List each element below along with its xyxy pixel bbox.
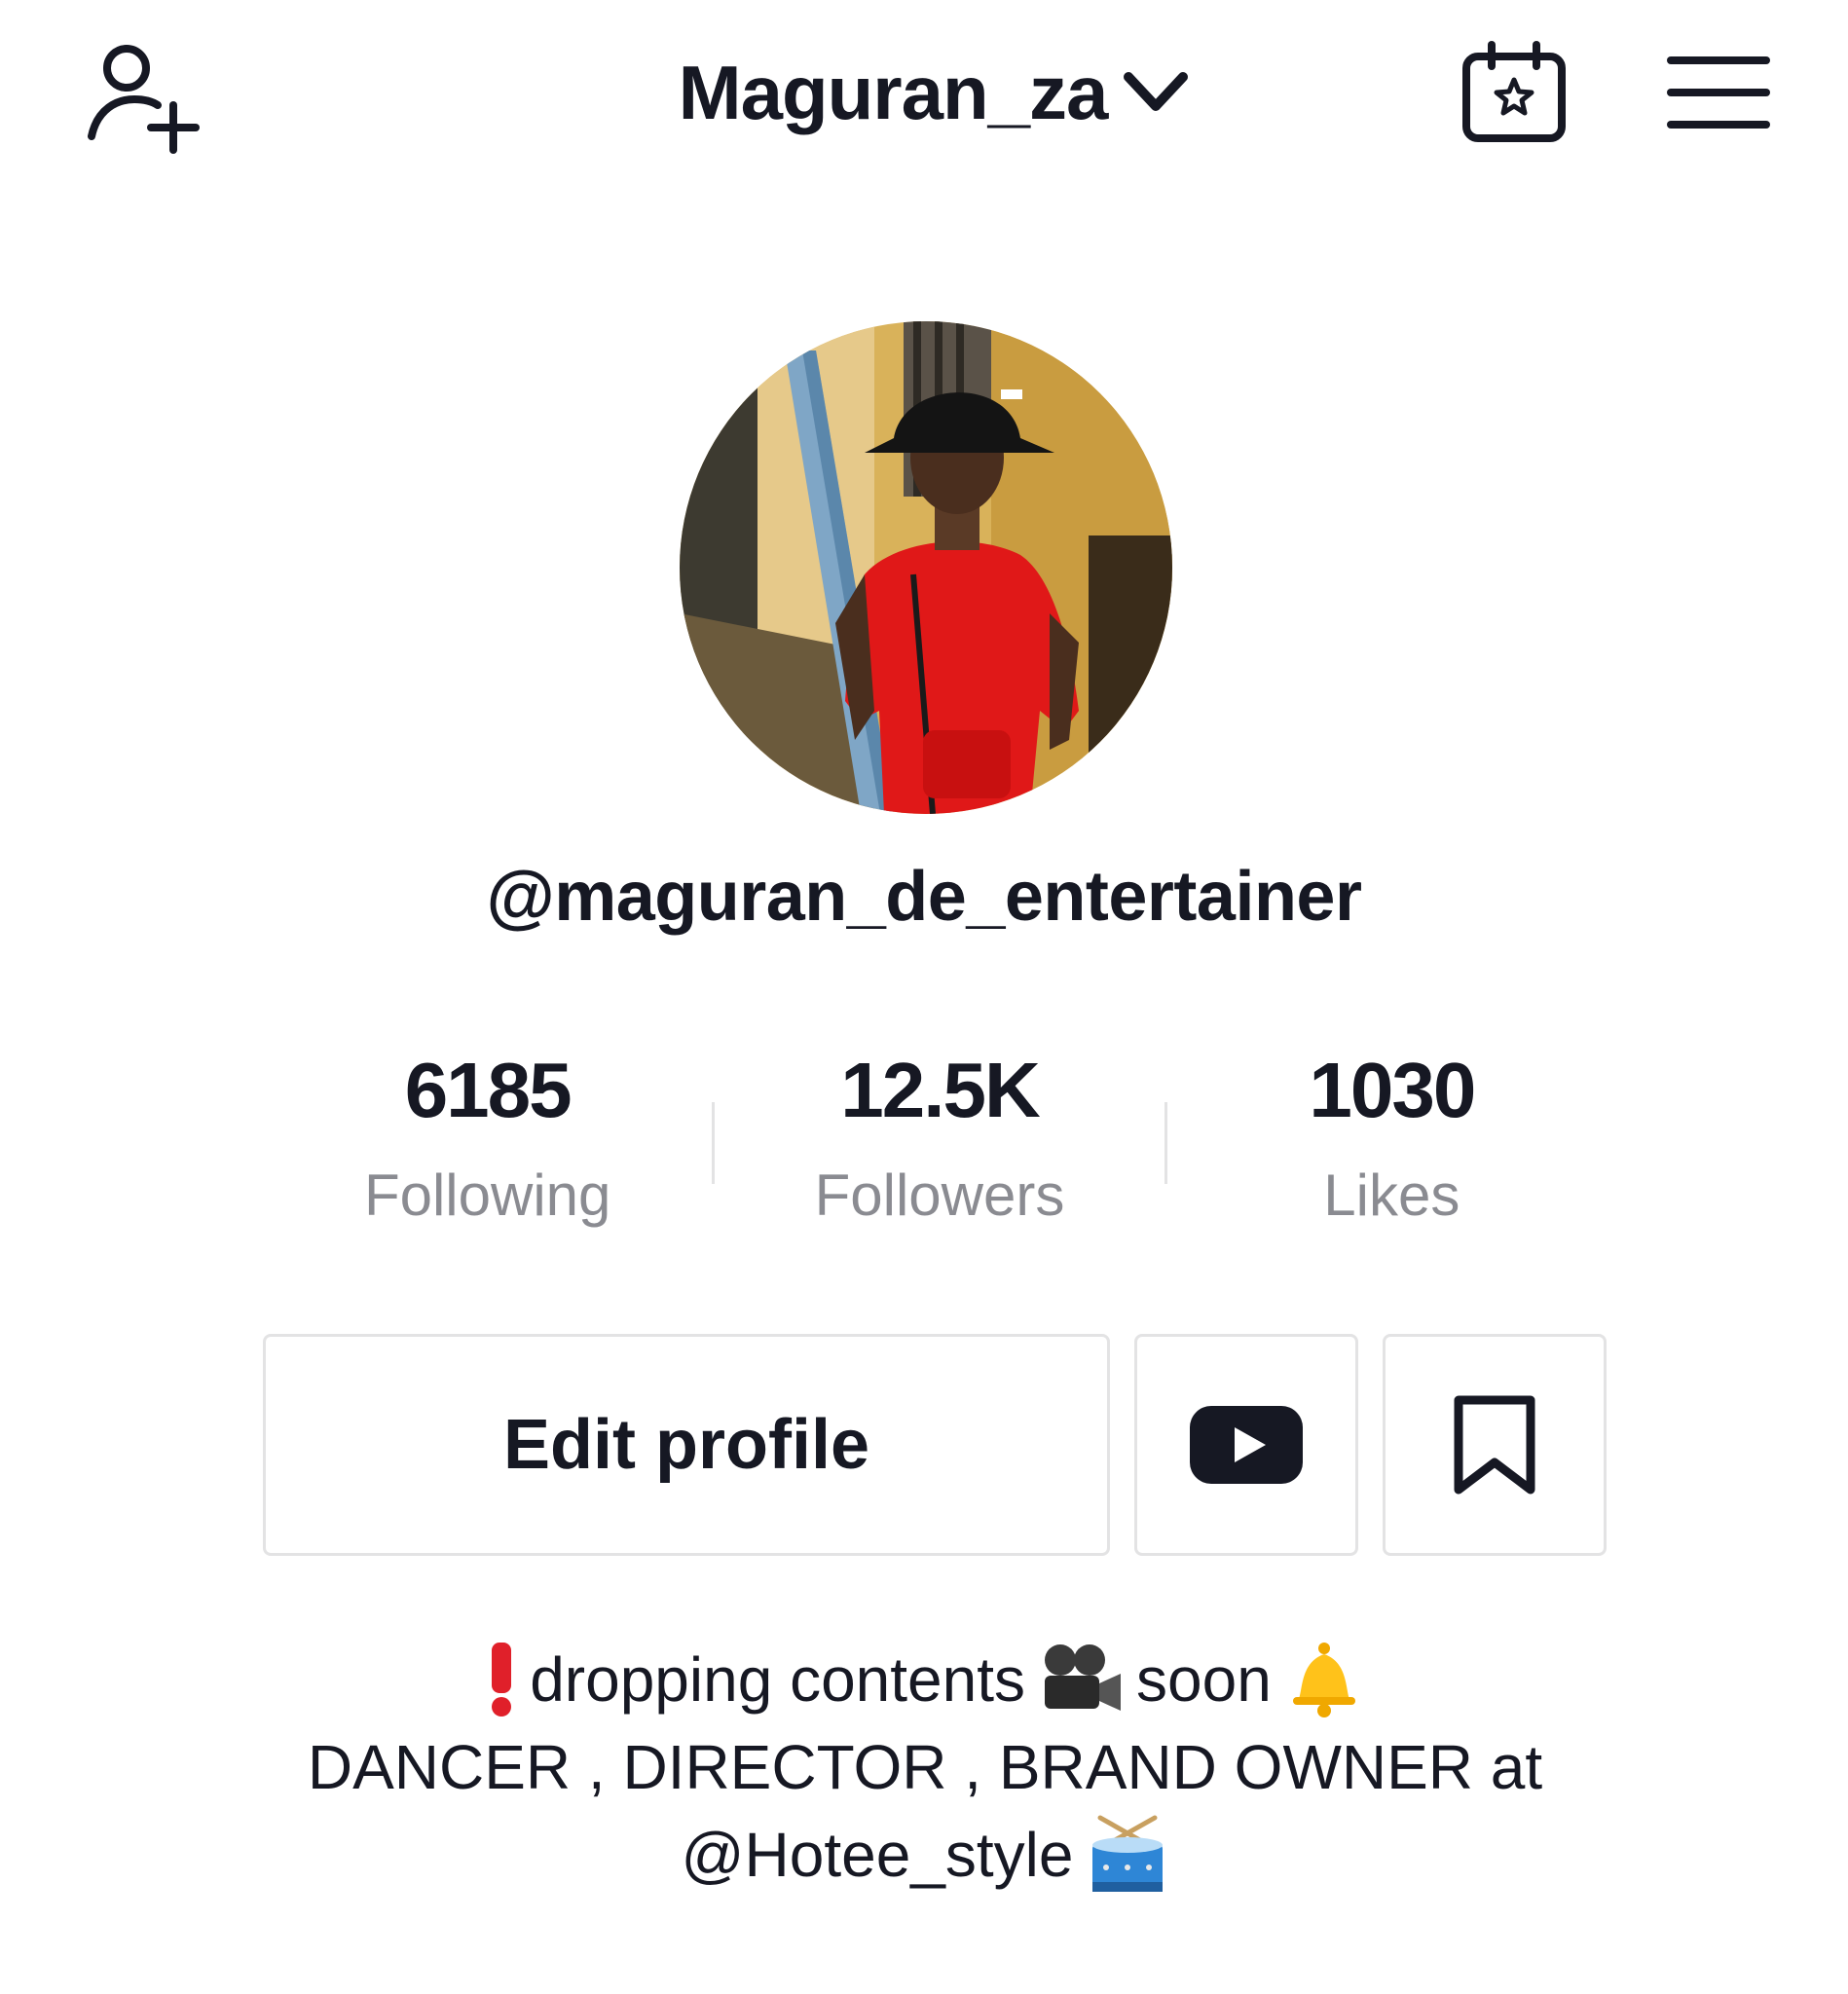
- profile-handle: @maguran_de_entertainer: [486, 858, 1362, 936]
- bio-line-2: DANCER , DIRECTOR , BRAND OWNER at: [195, 1723, 1655, 1811]
- bio-text: soon: [1136, 1644, 1272, 1715]
- bio-text: dropping contents: [530, 1644, 1026, 1715]
- profile-avatar[interactable]: [680, 321, 1172, 814]
- bio-text: DANCER , DIRECTOR , BRAND OWNER at: [307, 1732, 1543, 1802]
- drum-icon: [1087, 1814, 1168, 1896]
- hamburger-menu-icon: [1667, 56, 1770, 129]
- mention-link[interactable]: @Hotee_style: [682, 1811, 1074, 1899]
- bio-line-1: dropping contents soon: [195, 1636, 1655, 1723]
- edit-profile-label: Edit profile: [503, 1406, 869, 1484]
- menu-button[interactable]: [1645, 39, 1792, 146]
- add-friend-button[interactable]: [58, 19, 224, 166]
- profile-actions: Edit profile: [263, 1334, 1607, 1560]
- profile-bio: dropping contents soon DANCER , DIRECTOR…: [195, 1636, 1655, 1899]
- calendar-button[interactable]: [1441, 29, 1587, 156]
- stat-value: 1030: [1309, 1047, 1476, 1133]
- stat-label: Followers: [814, 1163, 1065, 1228]
- youtube-button[interactable]: [1134, 1334, 1358, 1556]
- stat-label: Following: [363, 1163, 611, 1228]
- youtube-icon: [1190, 1406, 1303, 1484]
- top-bar: Maguran_za: [0, 0, 1848, 185]
- stat-label: Likes: [1323, 1163, 1460, 1228]
- calendar-star-icon: [1462, 41, 1566, 142]
- stat-followers[interactable]: 12.5K Followers: [715, 1042, 1164, 1235]
- avatar-photo: [680, 321, 1172, 814]
- add-friend-icon: [88, 45, 200, 154]
- stat-value: 12.5K: [840, 1047, 1040, 1133]
- profile-stats: 6185 Following 12.5K Followers 1030 Like…: [263, 1042, 1616, 1256]
- account-name: Maguran_za: [678, 49, 1109, 135]
- movie-camera-icon: [1039, 1643, 1123, 1717]
- edit-profile-button[interactable]: Edit profile: [263, 1334, 1110, 1556]
- chevron-down-icon: [1124, 72, 1189, 111]
- bio-line-3: @Hotee_style: [195, 1811, 1655, 1899]
- favorites-button[interactable]: [1383, 1334, 1607, 1556]
- stat-likes[interactable]: 1030 Likes: [1167, 1042, 1616, 1235]
- exclamation-icon: [487, 1641, 516, 1718]
- bell-icon: [1285, 1641, 1363, 1718]
- stat-following[interactable]: 6185 Following: [263, 1042, 712, 1235]
- account-switcher[interactable]: Maguran_za: [545, 29, 1324, 156]
- stat-value: 6185: [404, 1047, 573, 1133]
- bookmark-icon: [1454, 1395, 1535, 1495]
